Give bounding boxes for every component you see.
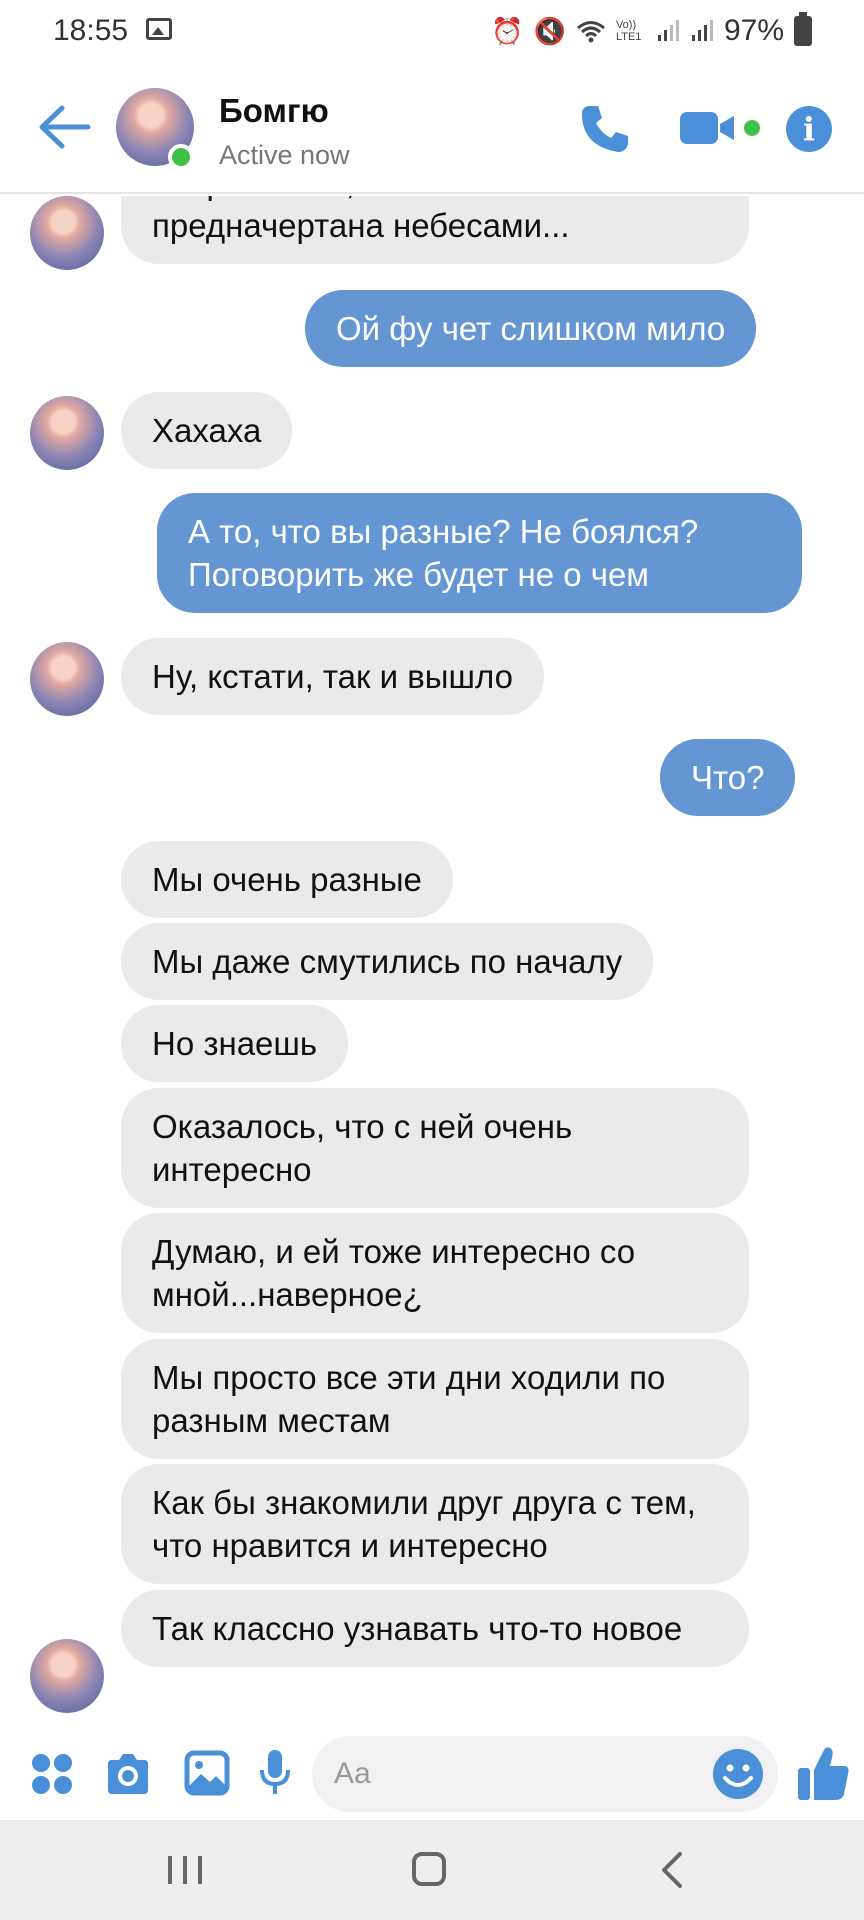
message-outgoing[interactable]: Что? bbox=[660, 739, 796, 816]
status-bar: 18:55 ⏰ 🔇 Vo)) LTE1 97% bbox=[0, 0, 864, 62]
back-arrow-icon[interactable] bbox=[36, 102, 92, 152]
message-incoming[interactable]: понравиться, если наша связь предначерта… bbox=[121, 196, 749, 264]
message-outgoing[interactable]: Ой фу чет слишком мило bbox=[305, 290, 757, 367]
message-list[interactable]: понравиться, если наша связь предначерта… bbox=[0, 196, 864, 1730]
contact-status: Active now bbox=[219, 140, 350, 170]
image-notification-icon bbox=[146, 18, 172, 40]
message-outgoing[interactable]: А то, что вы разные? Не боялся? Поговори… bbox=[157, 493, 802, 613]
emoji-icon[interactable] bbox=[712, 1748, 764, 1800]
camera-icon[interactable] bbox=[104, 1752, 152, 1796]
gallery-icon[interactable] bbox=[184, 1750, 230, 1796]
signal-icon-1 bbox=[657, 20, 679, 41]
sender-avatar[interactable] bbox=[30, 642, 104, 716]
sender-avatar[interactable] bbox=[30, 396, 104, 470]
message-composer bbox=[0, 1730, 864, 1818]
video-online-dot bbox=[744, 120, 760, 136]
microphone-icon[interactable] bbox=[258, 1748, 292, 1798]
message-incoming[interactable]: Но знаешь bbox=[121, 1005, 349, 1082]
lte-label: Vo)) LTE1 bbox=[615, 19, 642, 43]
message-incoming[interactable]: Хахаха bbox=[121, 392, 293, 469]
battery-icon bbox=[794, 12, 812, 46]
alarm-icon: ⏰ bbox=[491, 15, 524, 46]
contact-name[interactable]: Бомгю bbox=[219, 92, 329, 130]
wifi-icon bbox=[576, 21, 605, 43]
system-nav-bar bbox=[0, 1820, 864, 1920]
message-incoming[interactable]: Думаю, и ей тоже интересно со мной...нав… bbox=[121, 1213, 749, 1333]
system-back-icon[interactable] bbox=[660, 1850, 684, 1890]
thumbs-up-icon[interactable] bbox=[796, 1744, 850, 1802]
info-icon[interactable]: i bbox=[786, 106, 832, 152]
sender-avatar[interactable] bbox=[30, 1639, 104, 1713]
sender-avatar[interactable] bbox=[30, 196, 104, 270]
recents-button[interactable] bbox=[168, 1856, 202, 1884]
message-incoming[interactable]: Как бы знакомили друг друга с тем, что н… bbox=[121, 1464, 749, 1584]
message-incoming[interactable]: Оказалось, что с ней очень интересно bbox=[121, 1088, 749, 1208]
home-button[interactable] bbox=[412, 1852, 446, 1886]
conversation-header: Бомгю Active now i bbox=[0, 62, 864, 194]
status-time: 18:55 bbox=[53, 14, 129, 47]
battery-percent: 97% bbox=[723, 14, 784, 47]
video-camera-icon[interactable] bbox=[678, 108, 738, 148]
status-icons: ⏰ 🔇 Vo)) LTE1 97% bbox=[491, 12, 812, 48]
message-incoming[interactable]: Мы просто все эти дни ходили по разным м… bbox=[121, 1339, 749, 1459]
online-indicator bbox=[168, 144, 194, 170]
message-incoming[interactable]: Ну, кстати, так и вышло bbox=[121, 638, 544, 715]
message-incoming[interactable]: Мы даже смутились по началу bbox=[121, 923, 654, 1000]
apps-icon[interactable] bbox=[32, 1754, 72, 1794]
message-input[interactable] bbox=[334, 1736, 694, 1812]
mute-icon: 🔇 bbox=[533, 15, 566, 46]
phone-icon[interactable] bbox=[578, 102, 632, 156]
message-incoming[interactable]: Мы очень разные bbox=[121, 841, 453, 918]
message-incoming[interactable]: Так классно узнавать что-то новое bbox=[121, 1590, 749, 1667]
message-input-container bbox=[312, 1736, 778, 1812]
signal-icon-2 bbox=[691, 20, 713, 41]
